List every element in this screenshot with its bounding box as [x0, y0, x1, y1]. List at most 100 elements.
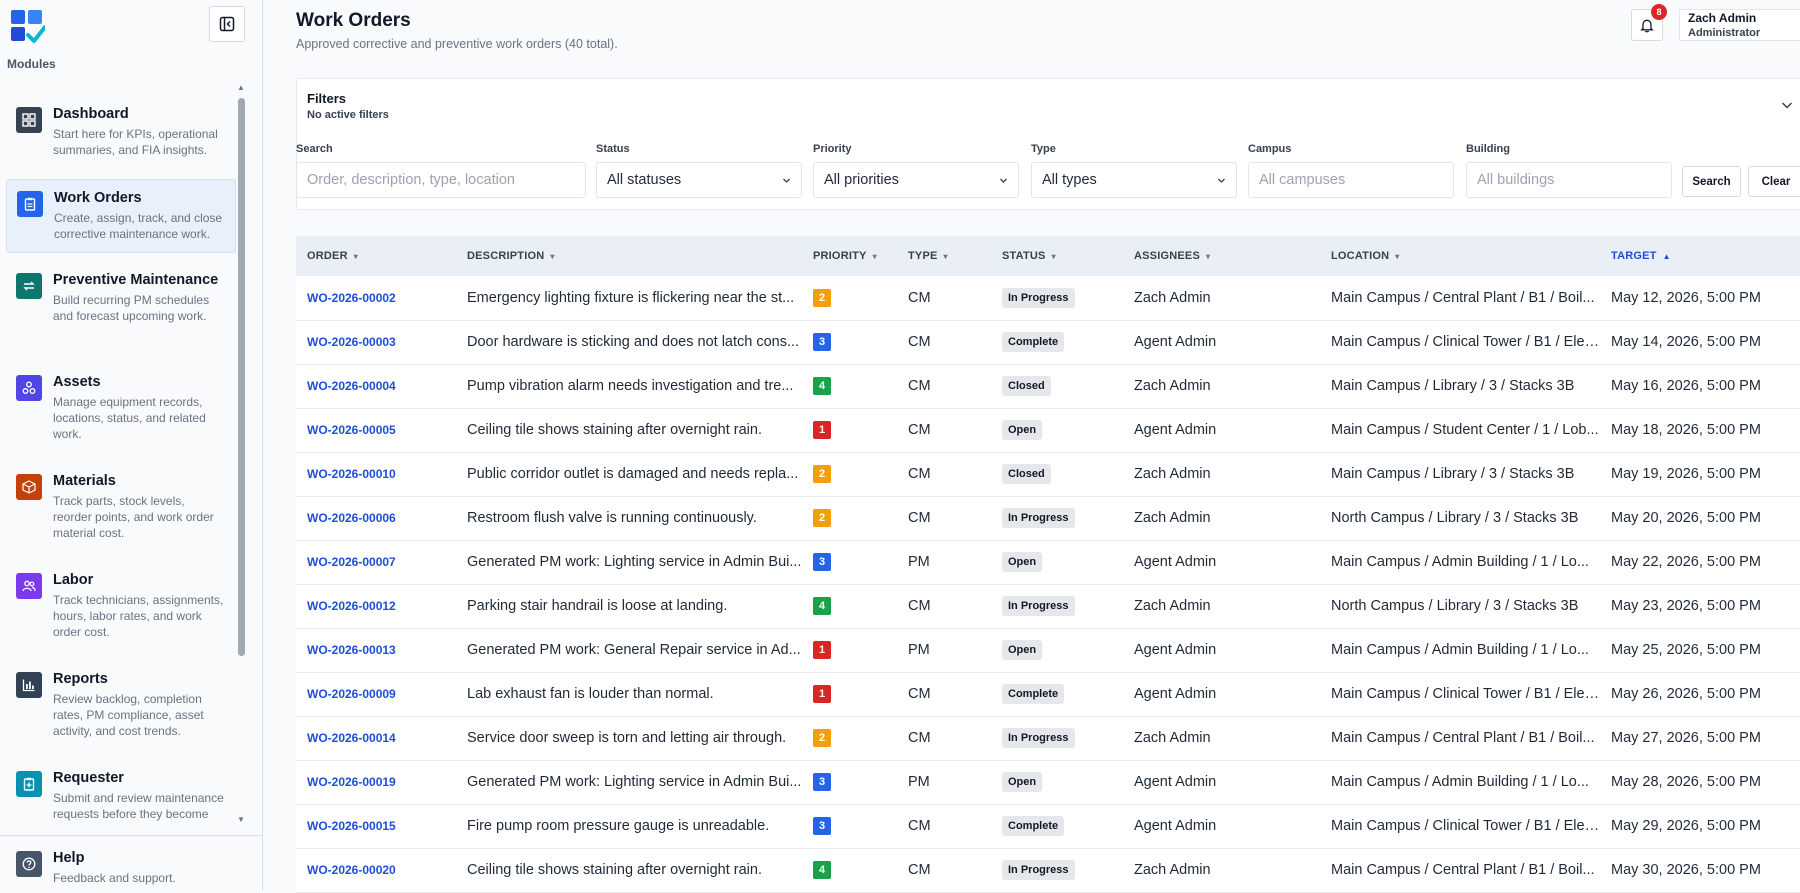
priority-badge: 1 — [813, 421, 831, 439]
order-link[interactable]: WO-2026-00010 — [307, 467, 396, 481]
type-cell: PM — [908, 774, 930, 790]
scroll-up-arrow-icon[interactable]: ▲ — [236, 83, 246, 92]
column-header-priority[interactable]: PRIORITY ▾ — [802, 236, 897, 276]
location-cell: Main Campus / Library / 3 / Stacks 3B — [1331, 378, 1575, 394]
sidebar-item-requester[interactable]: Requester Submit and review maintenance … — [6, 769, 236, 826]
order-link[interactable]: WO-2026-00005 — [307, 423, 396, 437]
table-row[interactable]: WO-2026-00013 Generated PM work: General … — [296, 628, 1800, 672]
column-header-location[interactable]: LOCATION ▾ — [1320, 236, 1600, 276]
scroll-down-arrow-icon[interactable]: ▼ — [236, 815, 246, 824]
sidebar-item-assets[interactable]: Assets Manage equipment records, locatio… — [6, 373, 236, 453]
sidebar-item-dashboard[interactable]: Dashboard Start here for KPIs, operation… — [6, 105, 236, 165]
status-cell: Open — [991, 628, 1123, 672]
sidebar-item-work-orders[interactable]: Work Orders Create, assign, track, and c… — [6, 179, 236, 253]
sidebar-scrollbar-thumb[interactable] — [238, 98, 245, 656]
work-orders-table: ORDER ▾ DESCRIPTION ▾ PRIORITY ▾ TYPE ▾ STAT… — [296, 236, 1800, 893]
priority-cell: 3 — [802, 320, 897, 364]
table-row[interactable]: WO-2026-00004 Pump vibration alarm needs … — [296, 364, 1800, 408]
sidebar-item-description: Submit and review maintenance requests b… — [53, 791, 224, 821]
status-cell: Complete — [991, 804, 1123, 848]
status-select-value: All statuses — [607, 172, 682, 188]
table-row[interactable]: WO-2026-00003 Door hardware is sticking a… — [296, 320, 1800, 364]
status-select[interactable]: All statuses — [596, 162, 802, 198]
order-link[interactable]: WO-2026-00020 — [307, 863, 396, 877]
collapse-sidebar-button[interactable] — [209, 6, 245, 42]
priority-select[interactable]: All priorities — [813, 162, 1019, 198]
order-link[interactable]: WO-2026-00013 — [307, 643, 396, 657]
order-link[interactable]: WO-2026-00015 — [307, 819, 396, 833]
campus-input[interactable]: All campuses — [1248, 162, 1454, 198]
sidebar-item-description: Create, assign, track, and close correct… — [54, 211, 223, 241]
type-select[interactable]: All types — [1031, 162, 1237, 198]
table-row[interactable]: WO-2026-00006 Restroom flush valve is run… — [296, 496, 1800, 540]
column-header-description[interactable]: DESCRIPTION ▾ — [456, 236, 802, 276]
status-cell: In Progress — [991, 496, 1123, 540]
user-menu[interactable]: Zach Admin Administrator — [1679, 9, 1800, 41]
order-link[interactable]: WO-2026-00012 — [307, 599, 396, 613]
column-header-assignees[interactable]: ASSIGNEES ▾ — [1123, 236, 1320, 276]
user-role: Administrator — [1688, 27, 1761, 39]
table-row[interactable]: WO-2026-00014 Service door sweep is torn … — [296, 716, 1800, 760]
chevron-down-icon — [1218, 178, 1225, 183]
type-cell: CM — [908, 818, 931, 834]
sidebar-item-help[interactable]: Help Feedback and support. — [6, 849, 236, 889]
table-row[interactable]: WO-2026-00010 Public corridor outlet is d… — [296, 452, 1800, 496]
target-cell: May 19, 2026, 5:00 PM — [1611, 466, 1761, 482]
order-link[interactable]: WO-2026-00004 — [307, 379, 396, 393]
table-row[interactable]: WO-2026-00015 Fire pump room pressure gau… — [296, 804, 1800, 848]
order-link[interactable]: WO-2026-00006 — [307, 511, 396, 525]
priority-badge: 3 — [813, 773, 831, 791]
building-input[interactable]: All buildings — [1466, 162, 1672, 198]
order-cell: WO-2026-00003 — [296, 320, 456, 364]
users-icon — [16, 573, 42, 599]
sidebar-item-preventive-maintenance[interactable]: Preventive Maintenance Build recurring P… — [6, 271, 236, 351]
column-header-status[interactable]: STATUS ▾ — [991, 236, 1123, 276]
clear-button[interactable]: Clear — [1748, 166, 1800, 197]
table-row[interactable]: WO-2026-00007 Generated PM work: Lighting… — [296, 540, 1800, 584]
table-row[interactable]: WO-2026-00009 Lab exhaust fan is louder t… — [296, 672, 1800, 716]
order-link[interactable]: WO-2026-00003 — [307, 335, 396, 349]
filters-status: No active filters — [307, 109, 389, 121]
sidebar-item-labor[interactable]: Labor Track technicians, assignments, ho… — [6, 571, 236, 651]
status-badge: In Progress — [1002, 508, 1075, 528]
building-label: Building — [1466, 143, 1510, 155]
status-badge: Open — [1002, 772, 1043, 792]
order-link[interactable]: WO-2026-00009 — [307, 687, 396, 701]
status-cell: Open — [991, 760, 1123, 804]
status-badge: Complete — [1002, 684, 1065, 704]
type-cell: CM — [908, 466, 931, 482]
table-row[interactable]: WO-2026-00002 Emergency lighting fixture … — [296, 276, 1800, 320]
chevron-down-icon[interactable] — [1779, 97, 1795, 113]
description-cell: Generated PM work: General Repair servic… — [467, 642, 801, 658]
table-header-row: ORDER ▾ DESCRIPTION ▾ PRIORITY ▾ TYPE ▾ STAT… — [296, 236, 1800, 276]
order-link[interactable]: WO-2026-00014 — [307, 731, 396, 745]
priority-badge: 2 — [813, 288, 831, 307]
sort-icon: ▾ — [550, 252, 555, 261]
type-cell: CM — [908, 378, 931, 394]
column-header-target[interactable]: TARGET ▲ — [1600, 236, 1800, 276]
status-badge: Complete — [1002, 332, 1065, 352]
table-row[interactable]: WO-2026-00020 Ceiling tile shows staining… — [296, 848, 1800, 892]
sidebar-item-materials[interactable]: Materials Track parts, stock levels, reo… — [6, 472, 236, 552]
priority-cell: 2 — [802, 716, 897, 760]
table-row[interactable]: WO-2026-00012 Parking stair handrail is l… — [296, 584, 1800, 628]
priority-cell: 2 — [802, 452, 897, 496]
order-link[interactable]: WO-2026-00002 — [307, 291, 396, 305]
request-icon — [16, 771, 42, 797]
bell-icon — [1640, 19, 1654, 32]
status-badge: Open — [1002, 552, 1043, 572]
table-row[interactable]: WO-2026-00019 Generated PM work: Lighting… — [296, 760, 1800, 804]
column-header-type[interactable]: TYPE ▾ — [897, 236, 991, 276]
sidebar: Modules ▲ ▼ Dashboard Start here for KPI… — [0, 0, 263, 890]
table-row[interactable]: WO-2026-00005 Ceiling tile shows staining… — [296, 408, 1800, 452]
order-link[interactable]: WO-2026-00019 — [307, 775, 396, 789]
order-cell: WO-2026-00005 — [296, 408, 456, 452]
sidebar-item-description: Feedback and support. — [53, 871, 176, 885]
search-input[interactable]: Order, description, type, location — [296, 162, 586, 198]
column-header-order[interactable]: ORDER ▾ — [296, 236, 456, 276]
order-cell: WO-2026-00019 — [296, 760, 456, 804]
sidebar-item-reports[interactable]: Reports Review backlog, completion rates… — [6, 670, 236, 750]
chevron-down-icon — [783, 178, 790, 183]
search-button[interactable]: Search — [1682, 166, 1741, 197]
order-link[interactable]: WO-2026-00007 — [307, 555, 396, 569]
